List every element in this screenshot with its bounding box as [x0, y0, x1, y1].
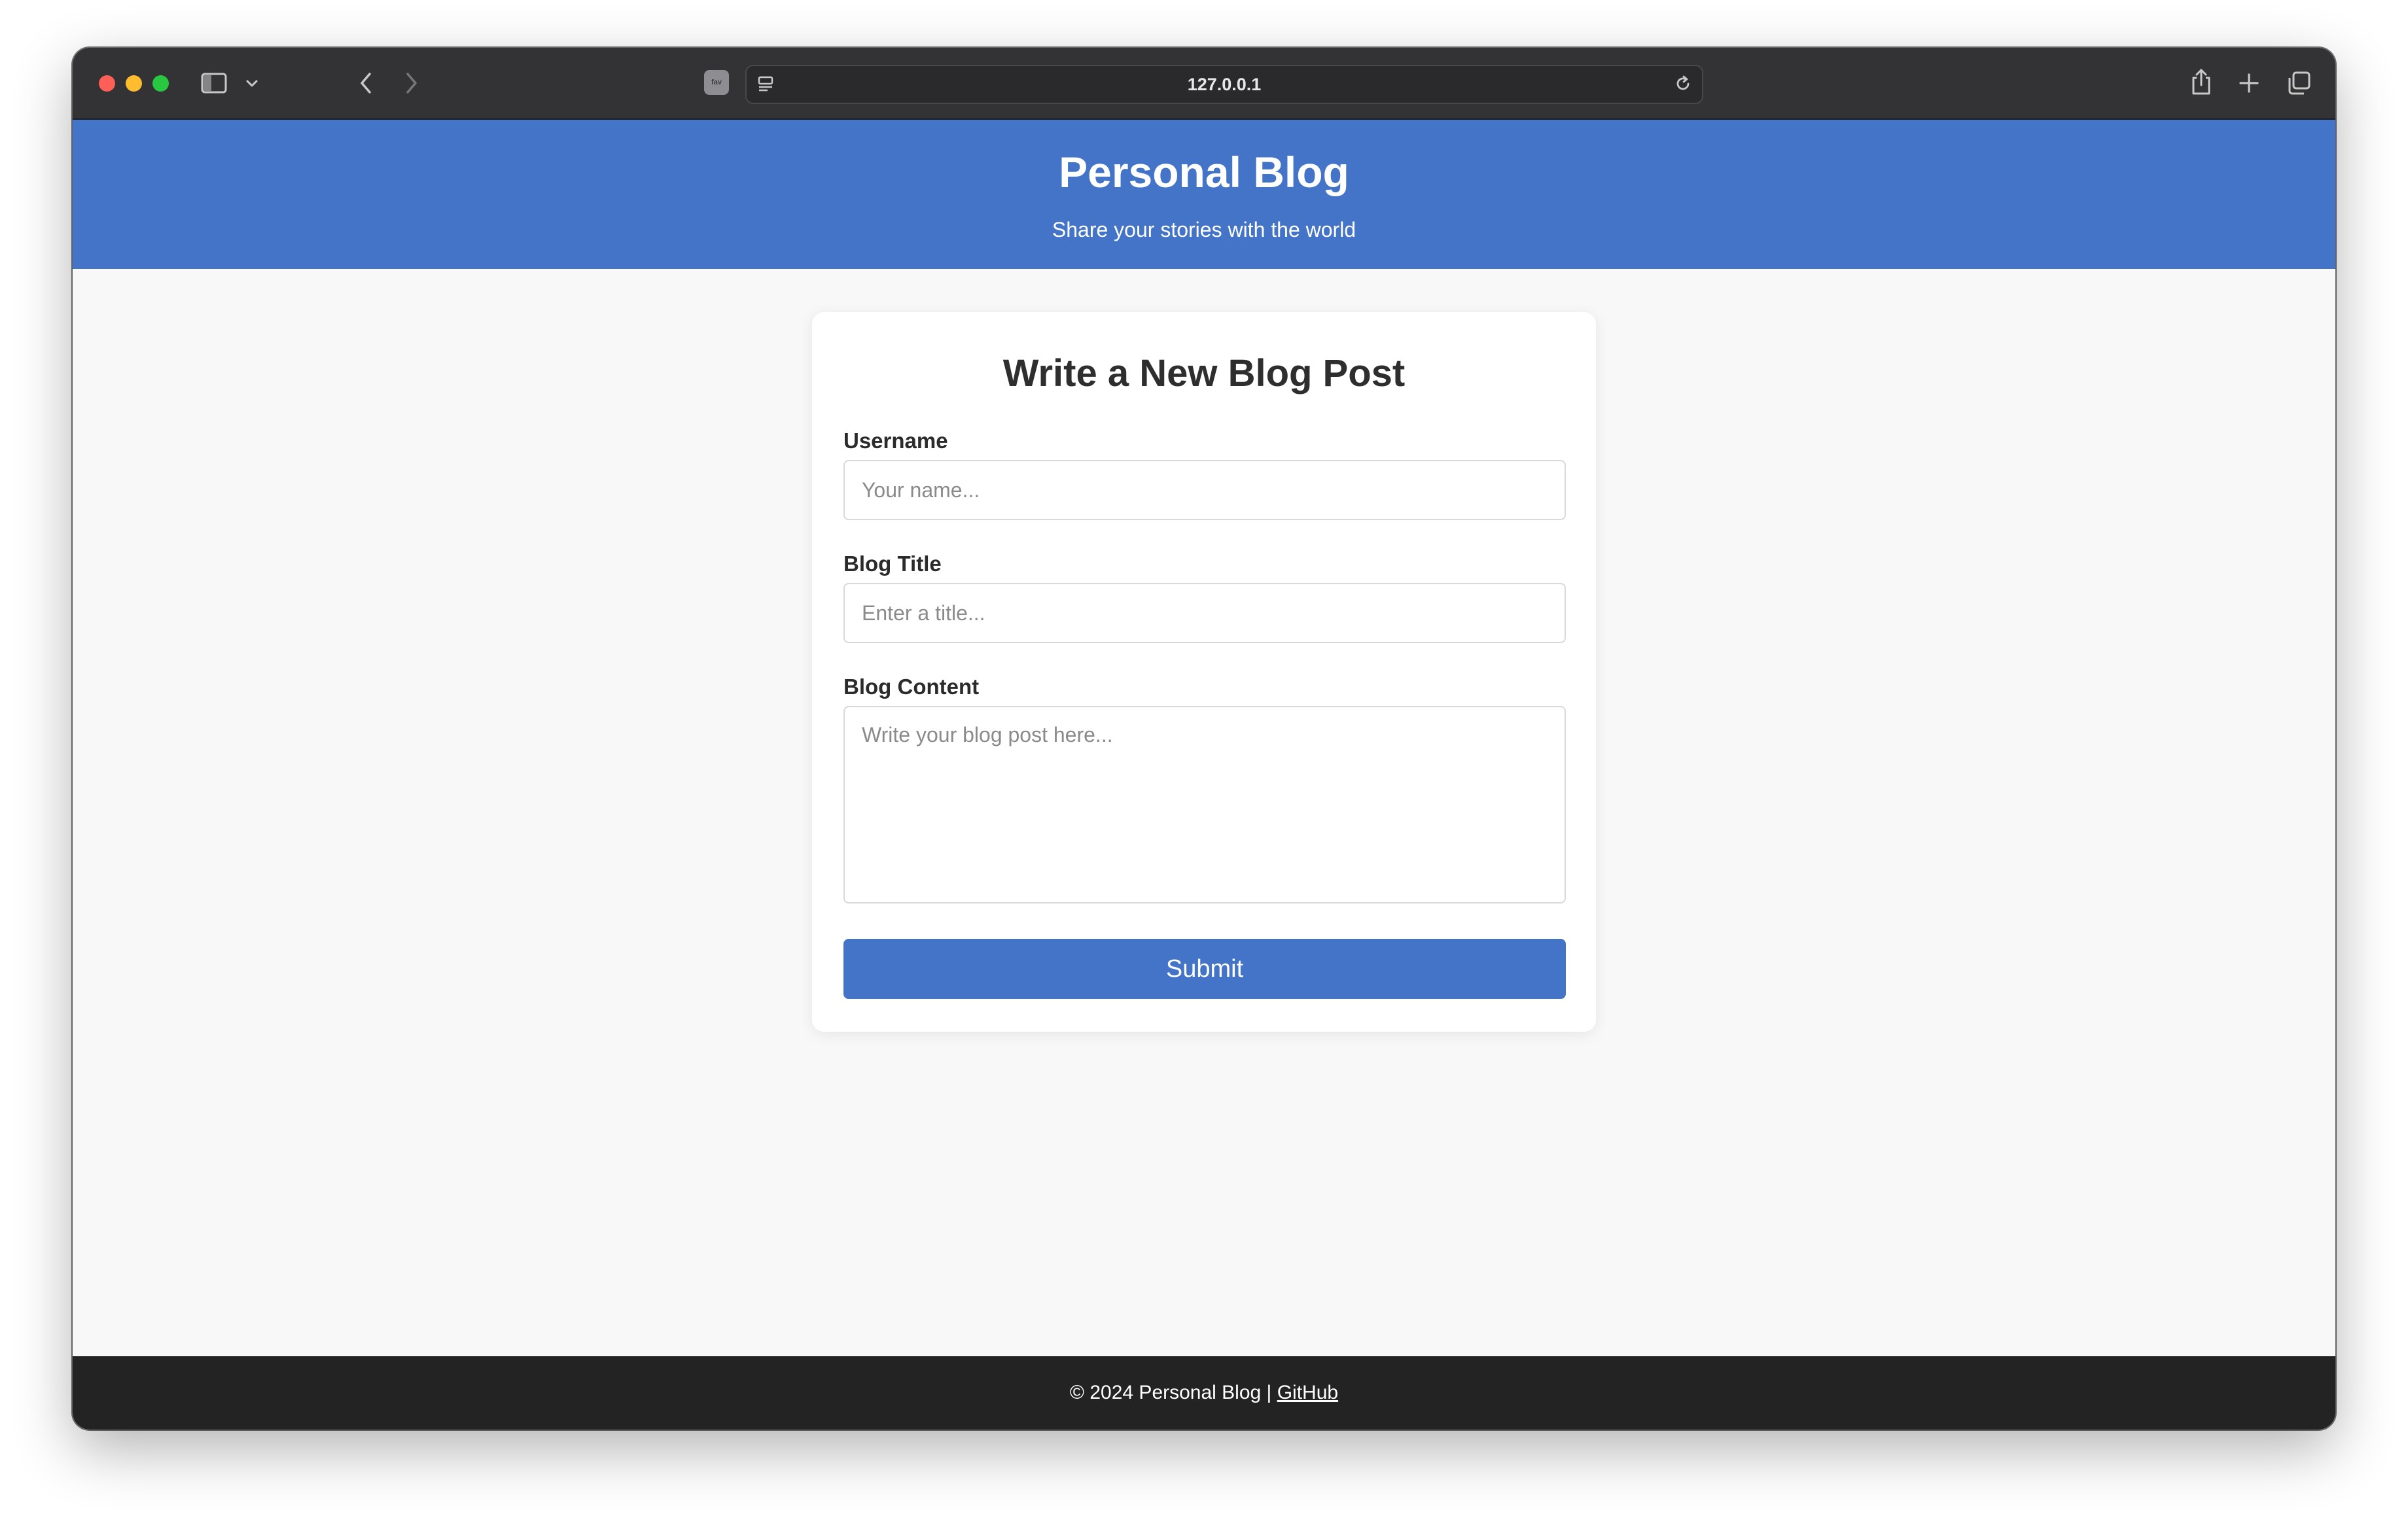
minimize-window-button[interactable] — [126, 75, 142, 92]
page-content: Personal Blog Share your stories with th… — [73, 120, 2335, 1430]
tabs-overview-icon[interactable] — [2284, 69, 2313, 97]
blog-title-label: Blog Title — [843, 552, 942, 576]
footer-copyright: © 2024 Personal Blog | — [1069, 1382, 1272, 1403]
browser-toolbar: fav 127.0.0.1 — [73, 48, 2335, 120]
new-tab-icon[interactable] — [2236, 70, 2262, 96]
blog-content-textarea[interactable] — [843, 706, 1566, 904]
share-icon[interactable] — [2188, 67, 2214, 96]
new-post-form-card: Write a New Blog Post Username Blog Titl… — [812, 312, 1596, 1032]
browser-window: fav 127.0.0.1 Personal Blog Share your s… — [73, 48, 2335, 1430]
form-heading: Write a New Blog Post — [1002, 352, 1406, 395]
site-header: Personal Blog Share your stories with th… — [73, 120, 2335, 269]
submit-button[interactable]: Submit — [843, 939, 1566, 999]
reload-icon[interactable] — [1673, 74, 1693, 94]
forward-icon[interactable] — [400, 71, 423, 95]
site-footer: © 2024 Personal Blog | GitHub — [73, 1356, 2335, 1430]
tab-favicon-icon[interactable]: fav — [704, 70, 729, 95]
blog-content-label: Blog Content — [843, 675, 980, 699]
zoom-window-button[interactable] — [152, 75, 169, 92]
address-bar[interactable]: 127.0.0.1 — [745, 65, 1703, 104]
github-link[interactable]: GitHub — [1277, 1382, 1338, 1404]
blog-title-input[interactable] — [843, 583, 1566, 643]
url-text[interactable]: 127.0.0.1 — [747, 66, 1702, 103]
site-title: Personal Blog — [1059, 148, 1349, 196]
site-tagline: Share your stories with the world — [1052, 218, 1356, 241]
back-icon[interactable] — [354, 71, 378, 95]
username-label: Username — [843, 429, 948, 453]
chevron-down-icon[interactable] — [244, 74, 260, 92]
close-window-button[interactable] — [99, 75, 115, 92]
username-input[interactable] — [843, 460, 1566, 520]
sidebar-icon[interactable] — [201, 73, 227, 94]
